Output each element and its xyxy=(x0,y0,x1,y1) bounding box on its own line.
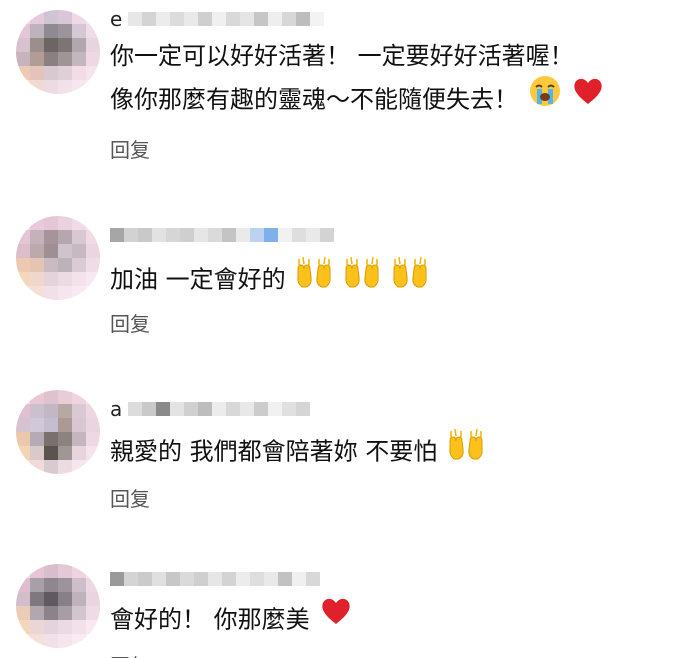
blurred-username xyxy=(110,572,320,586)
comment-line-with-emoji: 加油 一定會好的 xyxy=(110,256,429,305)
username-text[interactable]: e xyxy=(110,9,122,29)
username[interactable]: e xyxy=(110,8,325,30)
reply-button[interactable]: 回复 xyxy=(110,483,150,512)
red-heart-emoji xyxy=(571,74,605,121)
comment-text: 親愛的 我們都會陪著妳 不要怕 xyxy=(110,428,485,477)
avatar[interactable] xyxy=(16,216,100,300)
username-text[interactable]: a xyxy=(110,399,122,419)
blurred-username xyxy=(110,228,334,242)
blurred-username xyxy=(128,402,311,416)
raising-hands-emoji xyxy=(447,425,485,474)
comment-line-with-emoji: 會好的！ 你那麼美 xyxy=(110,597,353,644)
reply-button[interactable]: 回复 xyxy=(110,308,150,337)
reply-button[interactable]: 回复 xyxy=(110,134,150,163)
blurred-username xyxy=(128,12,325,26)
avatar[interactable] xyxy=(16,390,100,474)
comment-line-text: 親愛的 我們都會陪著妳 不要怕 xyxy=(110,437,438,466)
comment-text: 會好的！ 你那麼美 xyxy=(110,597,353,644)
username[interactable] xyxy=(110,568,320,590)
comment-text: 你一定可以好好活著！ 一定要好好活著喔！ 像你那麼有趣的靈魂～不能隨便失去！ xyxy=(110,35,605,124)
username[interactable]: a xyxy=(110,398,311,420)
comment-text: 加油 一定會好的 xyxy=(110,256,429,305)
comment-line-text: 會好的！ 你那麼美 xyxy=(110,605,310,634)
comment-line-text: 加油 一定會好的 xyxy=(110,265,286,294)
red-heart-emoji xyxy=(319,594,353,641)
comment-line: 你一定可以好好活著！ 一定要好好活著喔！ xyxy=(110,42,574,70)
avatar[interactable] xyxy=(16,564,100,648)
avatar[interactable] xyxy=(16,10,100,94)
reply-button[interactable]: 回复 xyxy=(110,650,150,658)
username[interactable] xyxy=(110,224,334,246)
raising-hands-emoji xyxy=(295,253,333,302)
loudly-crying-face-emoji xyxy=(528,74,562,121)
raising-hands-emoji xyxy=(391,253,429,302)
comment-line-with-emoji: 親愛的 我們都會陪著妳 不要怕 xyxy=(110,428,485,477)
comment-line-with-emoji: 像你那麼有趣的靈魂～不能隨便失去！ xyxy=(110,74,605,124)
raising-hands-emoji xyxy=(343,253,381,302)
comment-line-text: 像你那麼有趣的靈魂～不能隨便失去！ xyxy=(110,85,518,114)
